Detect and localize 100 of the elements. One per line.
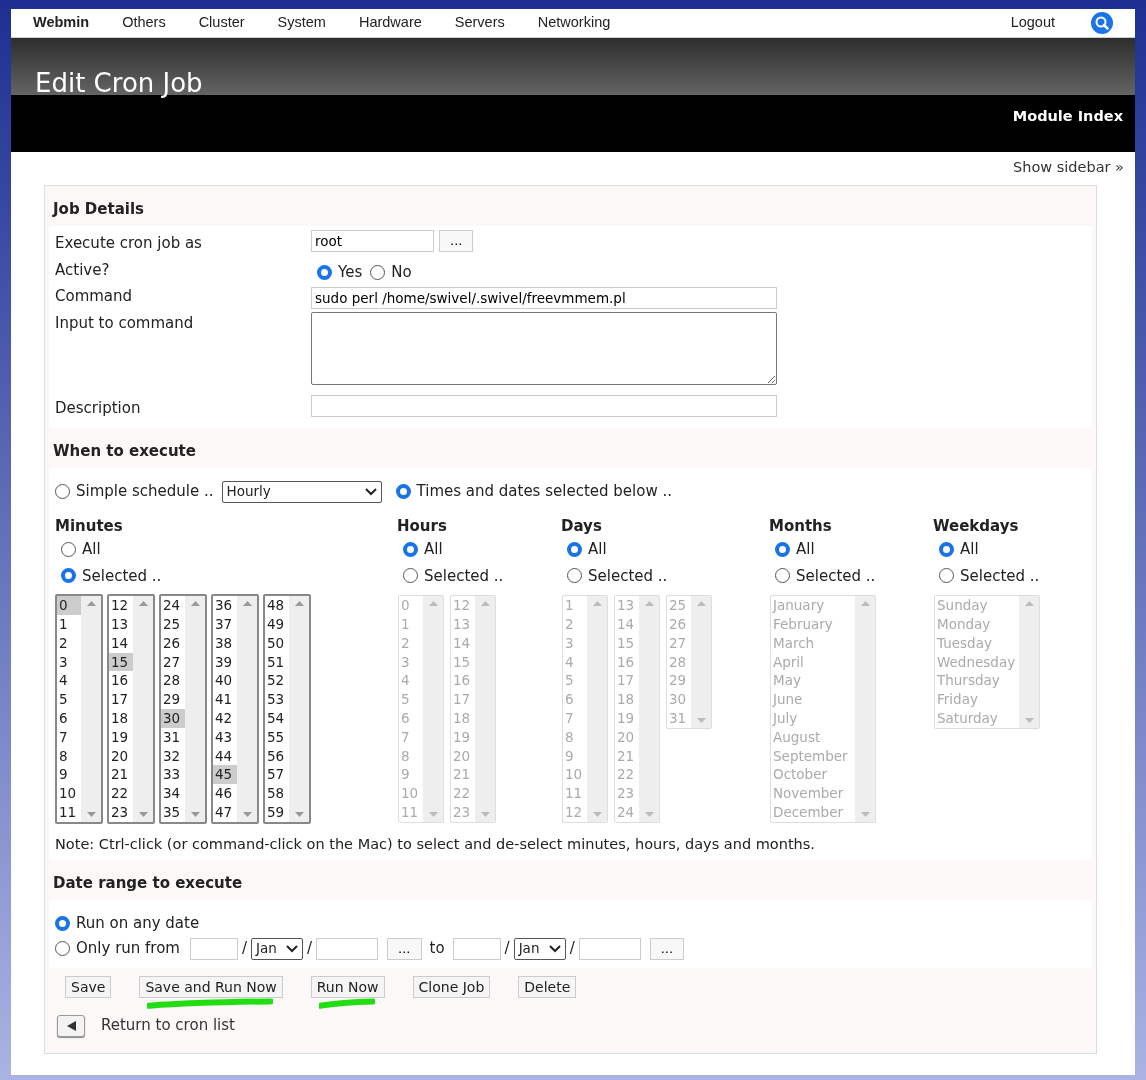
list-option[interactable]: 3: [57, 652, 81, 672]
radio-button[interactable]: [55, 484, 70, 499]
list-option[interactable]: 53: [265, 690, 289, 710]
list-option[interactable]: 58: [265, 784, 289, 803]
description-field[interactable]: [311, 395, 777, 418]
list-option[interactable]: 24: [161, 596, 185, 616]
list-option[interactable]: 57: [265, 765, 289, 785]
list-option[interactable]: 59: [265, 803, 289, 822]
list-option[interactable]: 26: [161, 633, 185, 653]
day-field[interactable]: [190, 937, 238, 960]
list-box[interactable]: 48 49 50 51 52 53 54 55 56 57 58 59: [263, 594, 311, 824]
command-field[interactable]: sudo perl /home/swivel/.swivel/freevmmem.pl: [311, 287, 777, 310]
list-option[interactable]: 28: [161, 671, 185, 691]
list-option[interactable]: 42: [213, 709, 237, 728]
list-option[interactable]: 12: [109, 596, 133, 616]
date-picker-button[interactable]: ...: [649, 937, 685, 960]
list-option[interactable]: 2: [57, 633, 81, 653]
month-dropdown[interactable]: Jan: [513, 937, 566, 960]
list-option[interactable]: 29: [161, 690, 185, 710]
list-box[interactable]: 36 37 38 39 40 41 42 43 44 45 46 47: [211, 594, 259, 824]
list-option[interactable]: 4: [57, 671, 81, 691]
radio-button[interactable]: [61, 568, 76, 584]
form-button[interactable]: Run Now: [310, 976, 385, 999]
back-button[interactable]: [57, 1014, 85, 1037]
list-box[interactable]: 24 25 26 27 28 29 30 31 32 33 34 35: [159, 594, 207, 824]
list-option[interactable]: 5: [57, 690, 81, 710]
list-option[interactable]: 31: [161, 727, 185, 747]
list-option[interactable]: 54: [265, 709, 289, 728]
list-option[interactable]: 13: [109, 615, 133, 634]
nav-link[interactable]: Cluster: [198, 12, 245, 34]
list-option[interactable]: 30: [161, 709, 185, 728]
list-option[interactable]: 33: [161, 765, 185, 785]
list-option[interactable]: 39: [213, 652, 237, 672]
list-option[interactable]: 20: [109, 746, 133, 766]
show-sidebar-link[interactable]: Show sidebar »: [1013, 157, 1124, 179]
list-box[interactable]: 0 1 2 3 4 5 6 7 8 9 10 11: [55, 594, 103, 824]
list-option[interactable]: 32: [161, 746, 185, 766]
schedule-dropdown[interactable]: Hourly: [221, 480, 382, 503]
day-field[interactable]: [452, 937, 501, 960]
form-button[interactable]: Save and Run Now: [139, 976, 283, 999]
list-option[interactable]: 38: [213, 633, 237, 653]
list-option[interactable]: 49: [265, 615, 289, 634]
radio-button[interactable]: [55, 915, 70, 931]
list-option[interactable]: 40: [213, 671, 237, 691]
command-input-field[interactable]: [311, 311, 777, 385]
list-option[interactable]: 7: [57, 727, 81, 747]
list-option[interactable]: 36: [213, 596, 237, 616]
list-option[interactable]: 9: [57, 765, 81, 785]
return-link[interactable]: Return to cron list: [101, 1014, 235, 1037]
search-icon[interactable]: [1091, 12, 1113, 34]
list-option[interactable]: 27: [161, 652, 185, 672]
list-option[interactable]: 37: [213, 615, 237, 634]
list-option[interactable]: 25: [161, 615, 185, 634]
list-option[interactable]: 6: [57, 709, 81, 728]
list-option[interactable]: 44: [213, 746, 237, 766]
nav-link[interactable]: Others: [122, 12, 166, 34]
list-option[interactable]: 47: [213, 803, 237, 822]
date-picker-button[interactable]: ...: [387, 937, 422, 960]
list-option[interactable]: 55: [265, 727, 289, 747]
month-dropdown[interactable]: Jan: [251, 937, 304, 960]
radio-button[interactable]: [55, 941, 70, 957]
logout-link[interactable]: Logout: [1010, 12, 1055, 34]
scrollbar[interactable]: [237, 596, 257, 822]
list-option[interactable]: 17: [109, 690, 133, 710]
list-option[interactable]: 56: [265, 746, 289, 766]
brand-link[interactable]: Webmin: [33, 12, 90, 34]
list-option[interactable]: 21: [109, 765, 133, 785]
list-option[interactable]: 43: [213, 727, 237, 747]
year-field[interactable]: [316, 937, 379, 960]
list-option[interactable]: 41: [213, 690, 237, 710]
list-option[interactable]: 46: [213, 784, 237, 803]
scrollbar[interactable]: [289, 596, 309, 822]
scrollbar[interactable]: [81, 596, 101, 822]
list-option[interactable]: 48: [265, 596, 289, 616]
radio-button[interactable]: [61, 541, 76, 557]
list-option[interactable]: 16: [109, 671, 133, 691]
nav-link[interactable]: System: [277, 12, 326, 34]
radio-button[interactable]: [317, 264, 332, 280]
list-option[interactable]: 45: [213, 765, 237, 785]
form-button[interactable]: Save: [65, 976, 112, 999]
radio-button[interactable]: [370, 264, 386, 280]
list-option[interactable]: 1: [57, 615, 81, 634]
nav-link[interactable]: Servers: [454, 12, 505, 34]
year-field[interactable]: [578, 937, 641, 960]
list-option[interactable]: 8: [57, 746, 81, 766]
list-option[interactable]: 15: [109, 652, 133, 672]
list-option[interactable]: 52: [265, 671, 289, 691]
nav-link[interactable]: Hardware: [358, 12, 422, 34]
list-box[interactable]: 12 13 14 15 16 17 18 19 20 21 22 23: [107, 594, 155, 824]
list-option[interactable]: 35: [161, 803, 185, 822]
list-option[interactable]: 22: [109, 784, 133, 803]
user-field[interactable]: root: [311, 230, 434, 253]
module-index-link[interactable]: Module Index: [1012, 106, 1123, 128]
list-option[interactable]: 0: [57, 596, 81, 616]
list-option[interactable]: 34: [161, 784, 185, 803]
scrollbar[interactable]: [133, 596, 153, 822]
list-option[interactable]: 14: [109, 633, 133, 653]
list-option[interactable]: 11: [57, 803, 81, 822]
list-option[interactable]: 18: [109, 709, 133, 728]
user-picker-button[interactable]: ...: [439, 230, 474, 253]
